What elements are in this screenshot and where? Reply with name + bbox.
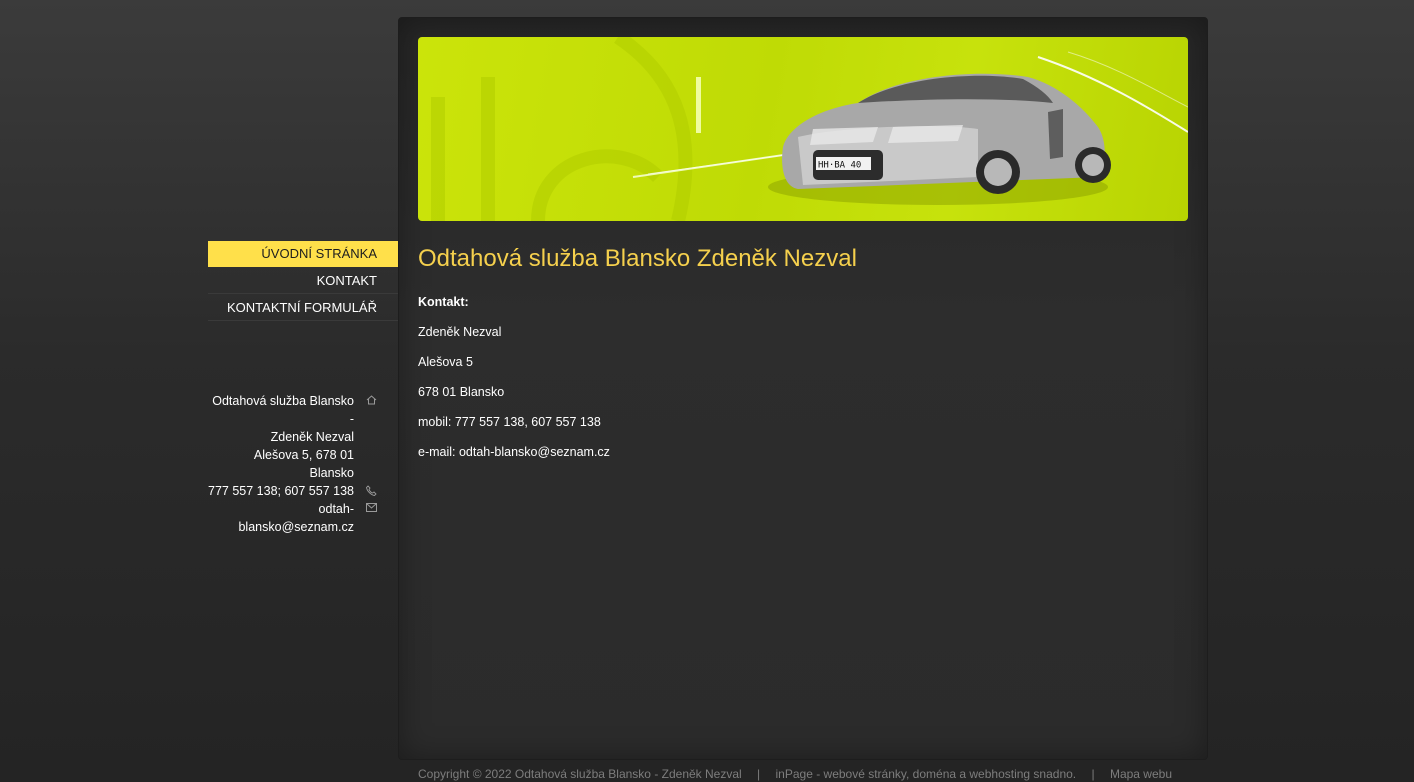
contact-mobile: mobil: 777 557 138, 607 557 138: [418, 415, 601, 429]
header-banner: HH·BA 40: [418, 37, 1188, 221]
sidebar-company-name-1: Odtahová služba Blansko -: [212, 394, 354, 426]
footer-sitemap-link[interactable]: Mapa webu: [1110, 767, 1172, 781]
nav-item-kontakt[interactable]: KONTAKT: [208, 267, 398, 294]
license-plate-text: HH·BA 40: [818, 161, 861, 171]
contact-heading: Kontakt:: [418, 295, 469, 309]
main-content: Odtahová služba Blansko Zdeněk Nezval Ko…: [418, 244, 1178, 474]
main-navigation: ÚVODNÍ STRÁNKA KONTAKT KONTAKTNÍ FORMULÁ…: [208, 241, 398, 321]
nav-item-uvodni-stranka[interactable]: ÚVODNÍ STRÁNKA: [208, 241, 398, 267]
sidebar: ÚVODNÍ STRÁNKA KONTAKT KONTAKTNÍ FORMULÁ…: [208, 241, 398, 534]
sidebar-contact: Odtahová služba Blansko - Zdeněk Nezval …: [208, 392, 398, 536]
sidebar-company-line: Odtahová služba Blansko -: [208, 392, 398, 428]
main-panel: HH·BA 40 Odtahová služba Blansko Zdeněk …: [398, 17, 1208, 760]
footer-inpage-link[interactable]: inPage - webové stránky, doména a webhos…: [776, 767, 1077, 781]
contact-email: e-mail: odtah-blansko@seznam.cz: [418, 445, 610, 459]
sidebar-address: Alešova 5, 678 01 Blansko: [253, 448, 354, 480]
sidebar-address-line: Alešova 5, 678 01 Blansko: [208, 446, 398, 482]
page-title: Odtahová služba Blansko Zdeněk Nezval: [418, 245, 857, 272]
sidebar-email[interactable]: odtah-blansko@seznam.cz: [208, 500, 354, 536]
contact-street: Alešova 5: [418, 355, 473, 369]
icon-spacer: [362, 446, 380, 449]
footer-separator: |: [1091, 767, 1095, 781]
icon-spacer: [362, 428, 380, 431]
sidebar-company-name-2: Zdeněk Nezval: [270, 430, 354, 444]
home-icon: [362, 392, 380, 405]
footer-separator: |: [757, 767, 761, 781]
nav-item-kontaktni-formular[interactable]: KONTAKTNÍ FORMULÁŘ: [208, 294, 398, 321]
contact-city: 678 01 Blansko: [418, 385, 505, 399]
sidebar-phone: 777 557 138; 607 557 138: [208, 484, 354, 498]
sidebar-company-line-2: Zdeněk Nezval: [208, 428, 398, 446]
sidebar-phone-line: 777 557 138; 607 557 138: [208, 482, 398, 500]
contact-name: Zdeněk Nezval: [418, 325, 502, 339]
sidebar-email-line: odtah-blansko@seznam.cz: [208, 500, 398, 536]
footer-copyright: Copyright © 2022 Odtahová služba Blansko…: [418, 767, 742, 781]
footer: Copyright © 2022 Odtahová služba Blansko…: [418, 767, 1172, 781]
banner-car-illustration: HH·BA 40: [431, 37, 1188, 221]
phone-icon: [362, 482, 380, 496]
envelope-icon: [362, 500, 380, 512]
